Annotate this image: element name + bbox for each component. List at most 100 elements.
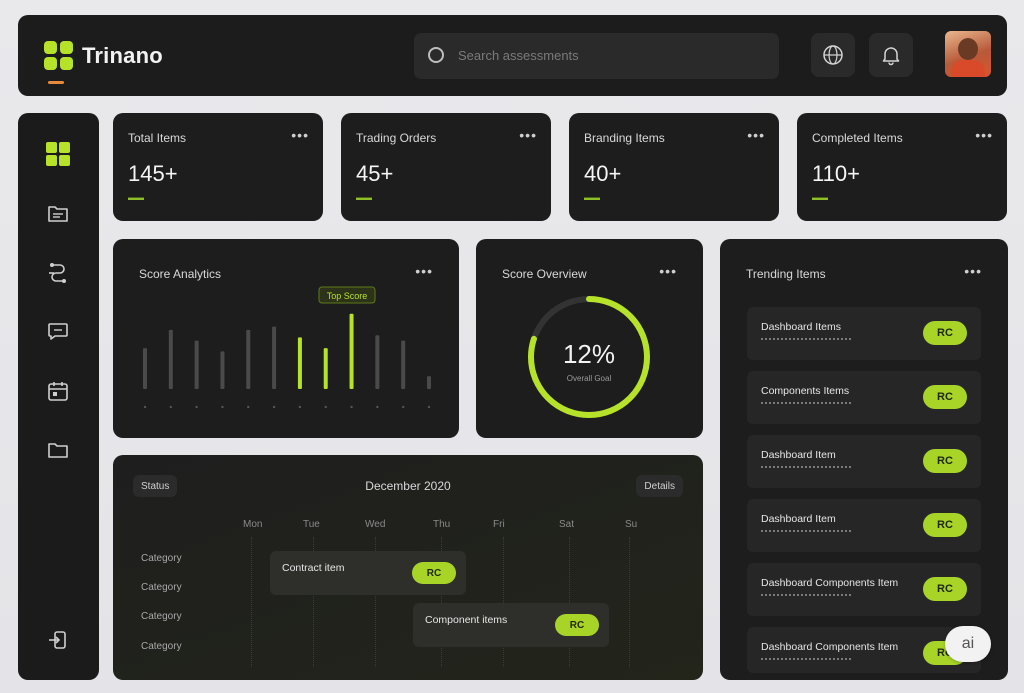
sidebar-item-messages[interactable] (44, 317, 72, 345)
tooltip-label: Top Score (327, 291, 368, 301)
chart-bar[interactable] (323, 348, 328, 389)
sidebar-item-calendar[interactable] (44, 377, 72, 405)
chart-bar[interactable] (297, 337, 302, 389)
top-header: Trinano Search assessments (18, 15, 1007, 96)
sidebar-logout[interactable] (44, 626, 72, 654)
trending-item-subtitle (761, 658, 851, 660)
calendar-icon (48, 382, 68, 401)
search-input[interactable]: Search assessments (414, 33, 779, 79)
trending-item-title: Dashboard Item (761, 513, 836, 525)
network-icon (49, 263, 66, 283)
trending-item-subtitle (761, 338, 851, 340)
trending-item-badge: RC (923, 513, 967, 537)
timeline-column: Su (625, 519, 638, 530)
sidebar-item-analytics[interactable] (44, 259, 72, 287)
chart-bar[interactable] (168, 329, 173, 389)
chart-tooltip: Top Score (318, 286, 376, 304)
timeline-gridline (629, 537, 630, 667)
more-options-icon[interactable]: ••• (519, 127, 537, 143)
timeline-column: Fri (493, 519, 505, 530)
chart-tick-marker (350, 405, 353, 409)
more-options-icon[interactable]: ••• (747, 127, 765, 143)
chart-tick-marker (298, 405, 302, 409)
more-options-icon[interactable]: ••• (291, 127, 309, 143)
stat-title: Branding Items (584, 131, 665, 145)
chart-tick-marker (401, 405, 405, 409)
search-icon (428, 47, 444, 63)
trending-item[interactable]: Dashboard Item RC (747, 499, 981, 552)
trending-item-badge: RC (923, 577, 967, 601)
user-avatar[interactable] (945, 31, 991, 77)
logout-icon (49, 631, 66, 649)
trending-item-subtitle (761, 530, 851, 532)
chart-bar[interactable] (246, 329, 251, 389)
stat-title: Completed Items (812, 131, 903, 145)
notifications-button[interactable] (869, 33, 913, 77)
timeline-gridline (569, 537, 570, 667)
more-options-icon[interactable]: ••• (964, 263, 982, 279)
timeline-event[interactable]: Contract item RC (270, 551, 466, 595)
chart-bar[interactable] (272, 326, 277, 389)
trending-item-badge: RC (923, 385, 967, 409)
chart-tick-marker (247, 405, 250, 409)
chart-bar[interactable] (194, 340, 199, 389)
details-chip[interactable]: Details (636, 475, 683, 497)
timeline-column: Wed (365, 519, 386, 530)
ai-assistant-button[interactable]: ai (945, 626, 991, 662)
trending-item[interactable]: Dashboard Items RC (747, 307, 981, 360)
bar-chart: Top Score (143, 286, 431, 409)
sidebar-item-dashboard[interactable] (44, 140, 72, 168)
timeline-column: Tue (303, 519, 320, 530)
stat-card-branding[interactable]: Branding Items ••• 40+ ▬▬ (569, 113, 779, 221)
stat-title: Trading Orders (356, 131, 437, 145)
avatar-head (958, 38, 978, 60)
language-button[interactable] (811, 33, 855, 77)
logo-icon[interactable] (44, 41, 74, 71)
trending-item-title: Components Items (761, 385, 850, 397)
stat-value: 45+ (356, 161, 394, 186)
gauge-title: Score Overview (502, 267, 587, 281)
chart-tick-marker (221, 405, 224, 409)
timeline-column: Sat (559, 519, 575, 530)
brand-name: Trinano (82, 43, 163, 68)
sidebar-item-documents[interactable] (44, 200, 72, 228)
timeline-title: December 2020 (365, 479, 451, 493)
timeline-row-label: Category (141, 553, 182, 564)
timeline-event[interactable]: Component items RC (413, 603, 609, 647)
event-title: Component items (425, 614, 508, 626)
stat-value: 145+ (128, 161, 178, 186)
chart-bar[interactable] (427, 376, 431, 389)
sidebar (18, 113, 99, 680)
trending-item-title: Dashboard Items (761, 321, 841, 333)
trending-item[interactable]: Components Items RC (747, 371, 981, 424)
trending-item[interactable]: Dashboard Item RC (747, 435, 981, 488)
stat-card-trading[interactable]: Trading Orders ••• 45+ ▬▬ (341, 113, 551, 221)
timeline-panel: Status December 2020 Details Mon Tue Wed… (113, 455, 703, 680)
chart-tick-marker (169, 405, 173, 409)
chart-bar[interactable] (401, 340, 406, 389)
timeline-gridline (251, 537, 252, 667)
timeline-column: Mon (243, 519, 263, 530)
chart-bar[interactable] (375, 335, 380, 389)
event-title: Contract item (282, 562, 345, 574)
trending-item-badge: RC (923, 321, 967, 345)
score-overview-panel: Score Overview ••• 12% Overall Goal (476, 239, 703, 438)
score-chart-panel: Score Analytics ••• Top Score (113, 239, 459, 438)
logo-accent (48, 81, 64, 84)
trending-panel: Trending Items ••• Dashboard Items RC Co… (720, 239, 1008, 680)
stat-value: 40+ (584, 161, 622, 186)
trending-item-title: Dashboard Item (761, 449, 836, 461)
stat-card-completed[interactable]: Completed Items ••• 110+ ▬▬ (797, 113, 1007, 221)
stat-card-total[interactable]: Total Items ••• 145+ ▬▬ (113, 113, 323, 221)
avatar-body (951, 60, 985, 77)
more-options-icon[interactable]: ••• (659, 263, 677, 279)
chart-bar[interactable] (349, 313, 354, 389)
chart-bar[interactable] (220, 351, 225, 389)
search-placeholder: Search assessments (458, 48, 579, 63)
trending-item[interactable]: Dashboard Components Item RC (747, 563, 981, 616)
chat-icon (48, 323, 68, 340)
globe-icon (823, 45, 843, 65)
sidebar-item-files[interactable] (44, 436, 72, 464)
chart-bar[interactable] (143, 348, 147, 389)
more-options-icon[interactable]: ••• (975, 127, 993, 143)
